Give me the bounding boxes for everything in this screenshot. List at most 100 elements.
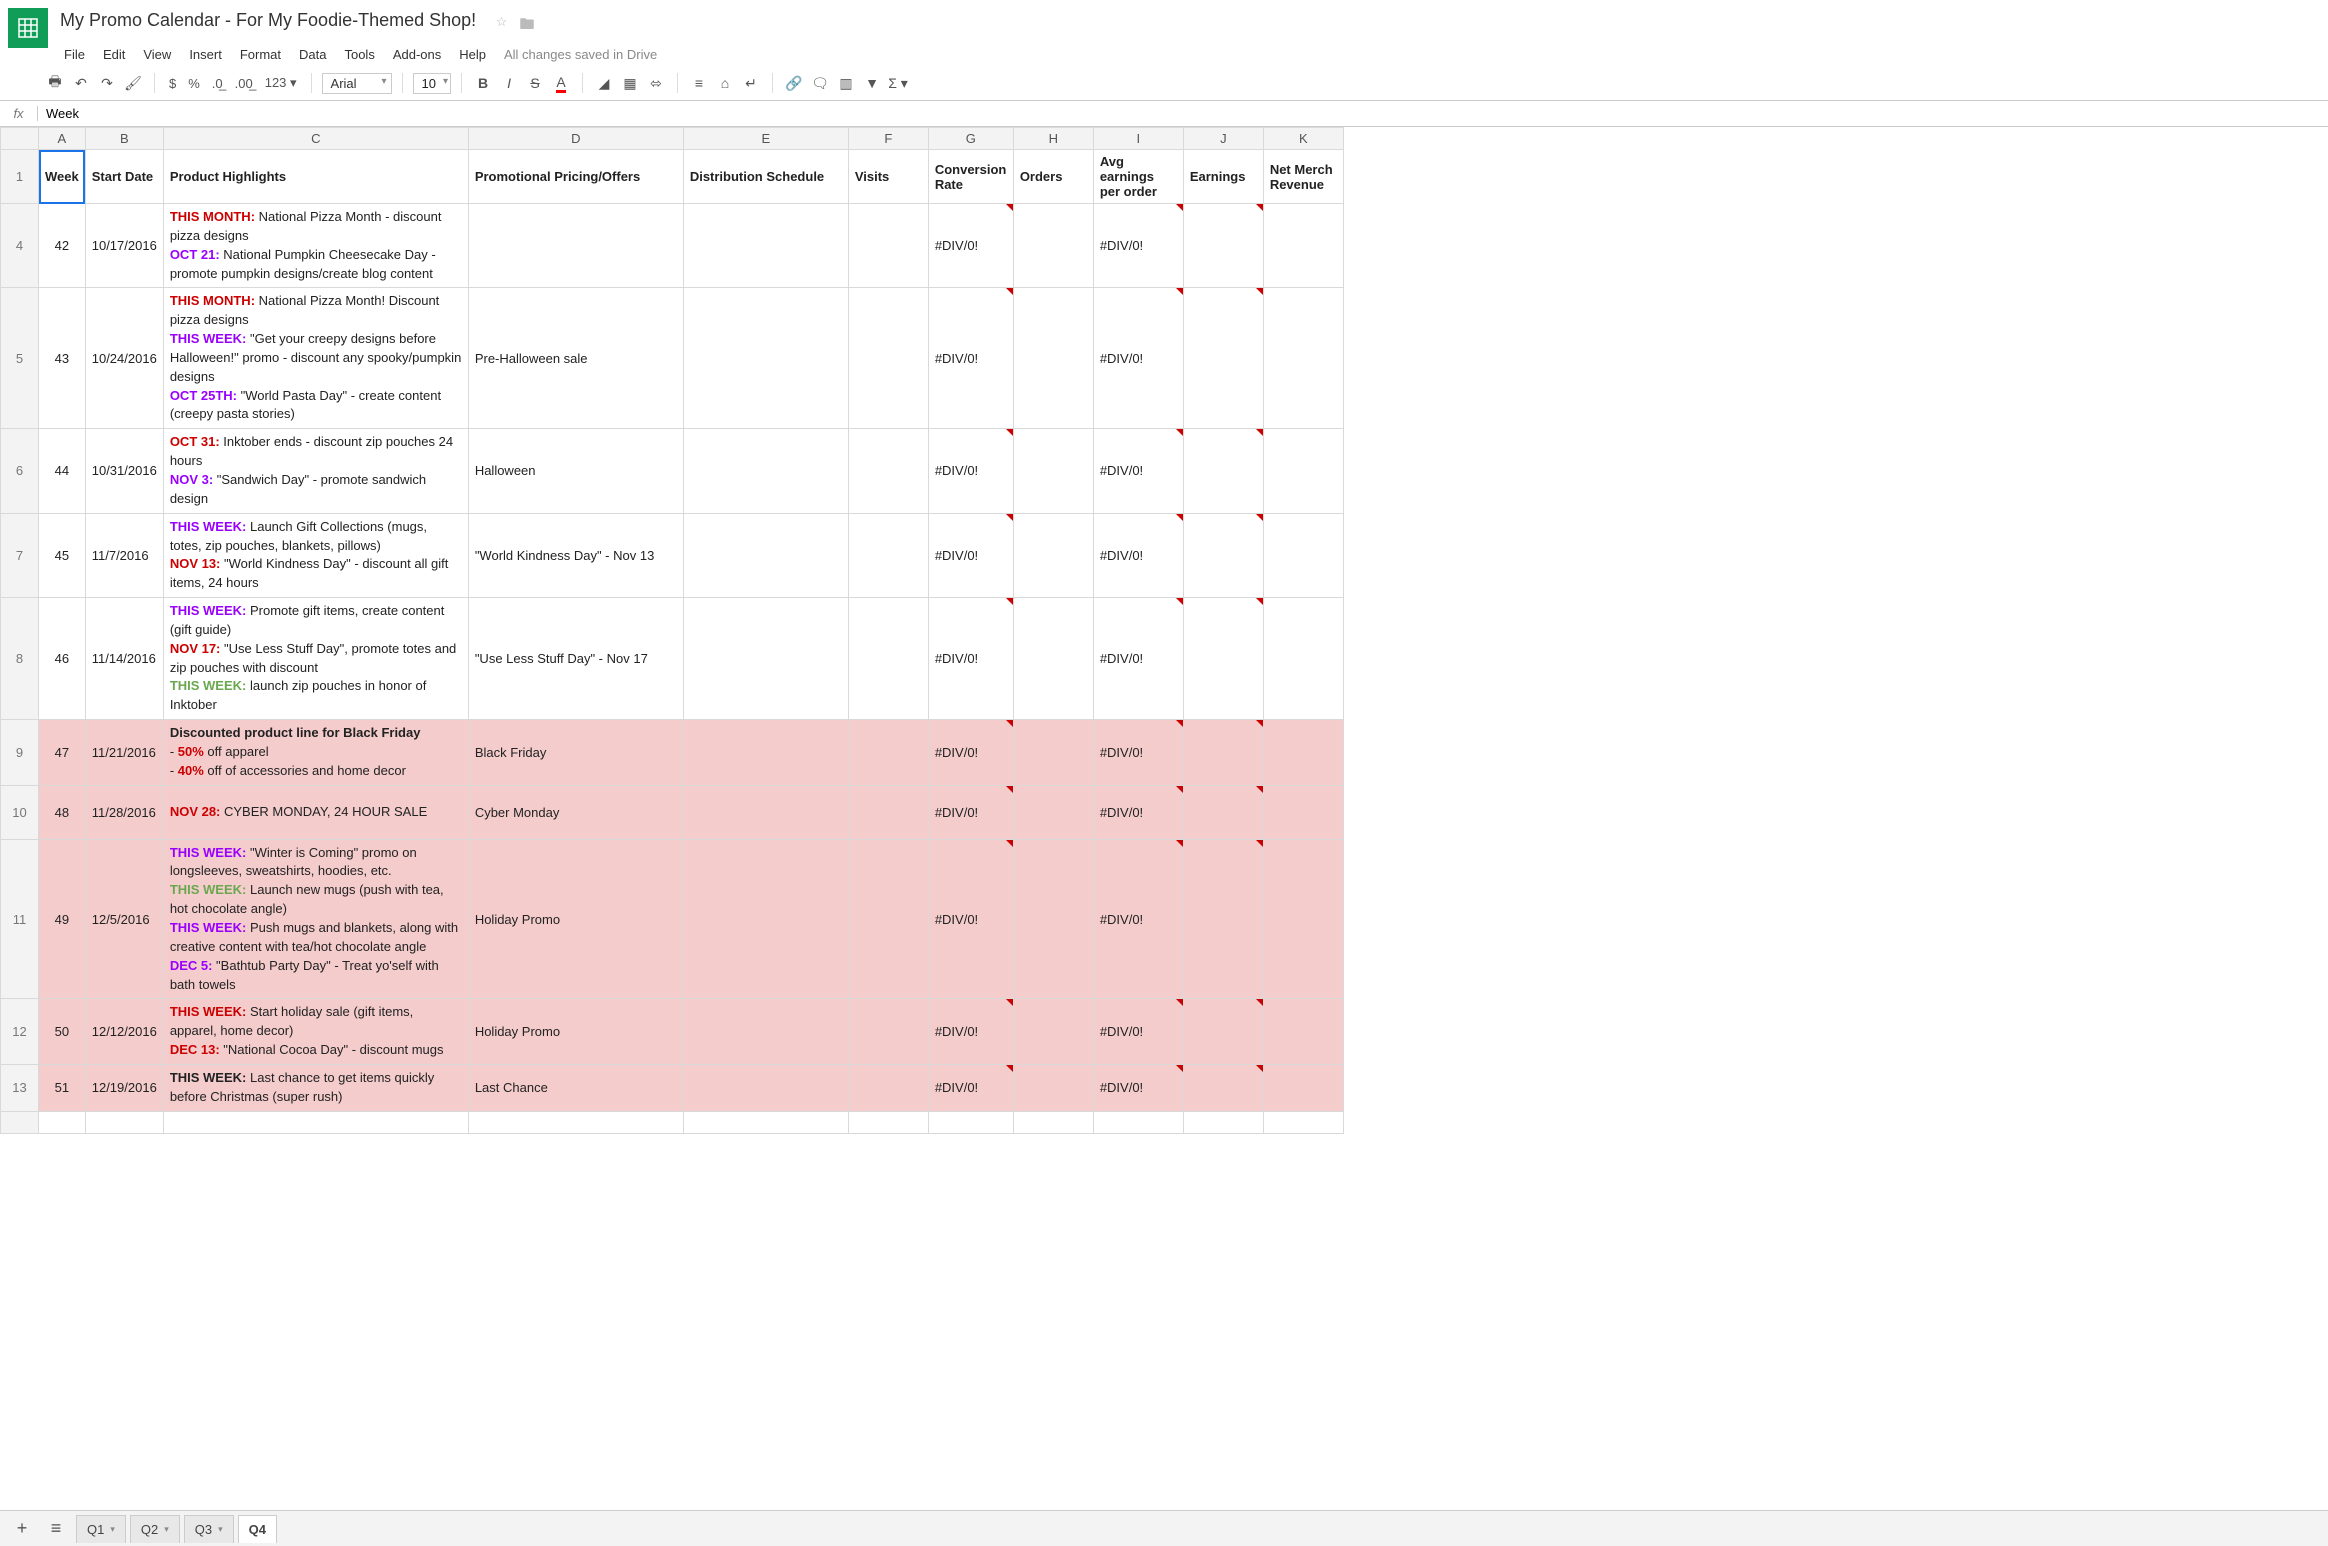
functions-icon[interactable]: Σ ▾ bbox=[887, 72, 909, 94]
menu-view[interactable]: View bbox=[135, 43, 179, 66]
document-title[interactable]: My Promo Calendar - For My Foodie-Themed… bbox=[56, 8, 480, 33]
cell-week[interactable]: 50 bbox=[39, 999, 86, 1065]
cell-dist[interactable] bbox=[683, 288, 848, 429]
cell-D1[interactable]: Promotional Pricing/Offers bbox=[468, 150, 683, 204]
cell-empty[interactable] bbox=[848, 1111, 928, 1133]
format-currency[interactable]: $ bbox=[165, 76, 180, 91]
cell-orders[interactable] bbox=[1013, 839, 1093, 999]
format-percent[interactable]: % bbox=[184, 76, 204, 91]
cell-conv[interactable]: #DIV/0! bbox=[928, 204, 1013, 288]
cell-avg[interactable]: #DIV/0! bbox=[1093, 839, 1183, 999]
spreadsheet-grid[interactable]: ABCDEFGHIJK1WeekStart DateProduct Highli… bbox=[0, 127, 2328, 1510]
cell-dist[interactable] bbox=[683, 204, 848, 288]
cell-date[interactable]: 10/17/2016 bbox=[85, 204, 163, 288]
cell-orders[interactable] bbox=[1013, 513, 1093, 597]
cell-conv[interactable]: #DIV/0! bbox=[928, 1064, 1013, 1111]
col-header-A[interactable]: A bbox=[39, 128, 86, 150]
cell-date[interactable]: 12/19/2016 bbox=[85, 1064, 163, 1111]
col-header-E[interactable]: E bbox=[683, 128, 848, 150]
cell-net[interactable] bbox=[1263, 720, 1343, 786]
row-header-7[interactable]: 7 bbox=[1, 513, 39, 597]
redo-icon[interactable]: ↷ bbox=[96, 72, 118, 94]
cell-conv[interactable]: #DIV/0! bbox=[928, 839, 1013, 999]
cell-earn[interactable] bbox=[1183, 1064, 1263, 1111]
cell-visits[interactable] bbox=[848, 720, 928, 786]
cell-week[interactable]: 48 bbox=[39, 785, 86, 839]
cell-pricing[interactable] bbox=[468, 204, 683, 288]
cell-avg[interactable]: #DIV/0! bbox=[1093, 598, 1183, 720]
cell-orders[interactable] bbox=[1013, 720, 1093, 786]
cell-dist[interactable] bbox=[683, 598, 848, 720]
cell-J1[interactable]: Earnings bbox=[1183, 150, 1263, 204]
cell-orders[interactable] bbox=[1013, 1064, 1093, 1111]
cell-C1[interactable]: Product Highlights bbox=[163, 150, 468, 204]
cell-conv[interactable]: #DIV/0! bbox=[928, 785, 1013, 839]
cell-avg[interactable]: #DIV/0! bbox=[1093, 785, 1183, 839]
cell-orders[interactable] bbox=[1013, 429, 1093, 513]
cell-earn[interactable] bbox=[1183, 513, 1263, 597]
cell-pricing[interactable]: Pre-Halloween sale bbox=[468, 288, 683, 429]
row-header-4[interactable]: 4 bbox=[1, 204, 39, 288]
cell-product[interactable]: Discounted product line for Black Friday… bbox=[163, 720, 468, 786]
star-icon[interactable]: ☆ bbox=[496, 14, 508, 39]
cell-visits[interactable] bbox=[848, 1064, 928, 1111]
cell-net[interactable] bbox=[1263, 785, 1343, 839]
cell-earn[interactable] bbox=[1183, 288, 1263, 429]
cell-conv[interactable]: #DIV/0! bbox=[928, 720, 1013, 786]
menu-tools[interactable]: Tools bbox=[336, 43, 382, 66]
cell-conv[interactable]: #DIV/0! bbox=[928, 513, 1013, 597]
font-size-select[interactable]: 10 bbox=[413, 73, 451, 94]
cell-net[interactable] bbox=[1263, 204, 1343, 288]
menu-file[interactable]: File bbox=[56, 43, 93, 66]
row-header-1[interactable]: 1 bbox=[1, 150, 39, 204]
cell-net[interactable] bbox=[1263, 429, 1343, 513]
col-header-K[interactable]: K bbox=[1263, 128, 1343, 150]
col-header-B[interactable]: B bbox=[85, 128, 163, 150]
decrease-decimal[interactable]: .0̲ bbox=[208, 76, 227, 91]
row-header-10[interactable]: 10 bbox=[1, 785, 39, 839]
halign-icon[interactable]: ≡ bbox=[688, 72, 710, 94]
cell-avg[interactable]: #DIV/0! bbox=[1093, 1064, 1183, 1111]
cell-pricing[interactable]: "Use Less Stuff Day" - Nov 17 bbox=[468, 598, 683, 720]
cell-conv[interactable]: #DIV/0! bbox=[928, 288, 1013, 429]
cell-empty[interactable] bbox=[468, 1111, 683, 1133]
increase-decimal[interactable]: .00̲ bbox=[231, 76, 257, 91]
cell-B1[interactable]: Start Date bbox=[85, 150, 163, 204]
col-header-C[interactable]: C bbox=[163, 128, 468, 150]
cell-visits[interactable] bbox=[848, 288, 928, 429]
cell-product[interactable]: THIS WEEK: Last chance to get items quic… bbox=[163, 1064, 468, 1111]
cell-avg[interactable]: #DIV/0! bbox=[1093, 429, 1183, 513]
cell-pricing[interactable]: Holiday Promo bbox=[468, 999, 683, 1065]
cell-avg[interactable]: #DIV/0! bbox=[1093, 720, 1183, 786]
wrap-icon[interactable]: ↵ bbox=[740, 72, 762, 94]
menu-help[interactable]: Help bbox=[451, 43, 494, 66]
cell-earn[interactable] bbox=[1183, 204, 1263, 288]
cell-visits[interactable] bbox=[848, 598, 928, 720]
cell-earn[interactable] bbox=[1183, 785, 1263, 839]
cell-net[interactable] bbox=[1263, 288, 1343, 429]
cell-week[interactable]: 44 bbox=[39, 429, 86, 513]
text-color-icon[interactable]: A bbox=[550, 72, 572, 94]
row-header-5[interactable]: 5 bbox=[1, 288, 39, 429]
add-sheet-button[interactable]: + bbox=[8, 1515, 36, 1543]
cell-orders[interactable] bbox=[1013, 598, 1093, 720]
cell-E1[interactable]: Distribution Schedule bbox=[683, 150, 848, 204]
cell-week[interactable]: 47 bbox=[39, 720, 86, 786]
sheet-tab-Q3[interactable]: Q3 ▾ bbox=[184, 1515, 234, 1543]
cell-date[interactable]: 12/5/2016 bbox=[85, 839, 163, 999]
cell-A1[interactable]: Week bbox=[39, 150, 86, 204]
link-icon[interactable]: 🔗 bbox=[783, 72, 805, 94]
cell-empty[interactable] bbox=[1183, 1111, 1263, 1133]
fill-color-icon[interactable]: ◢ bbox=[593, 72, 615, 94]
cell-empty[interactable] bbox=[928, 1111, 1013, 1133]
cell-dist[interactable] bbox=[683, 785, 848, 839]
cell-date[interactable]: 10/24/2016 bbox=[85, 288, 163, 429]
cell-avg[interactable]: #DIV/0! bbox=[1093, 513, 1183, 597]
cell-date[interactable]: 10/31/2016 bbox=[85, 429, 163, 513]
comment-icon[interactable]: 🗨 bbox=[809, 72, 831, 94]
cell-product[interactable]: OCT 31: Inktober ends - discount zip pou… bbox=[163, 429, 468, 513]
cell-H1[interactable]: Orders bbox=[1013, 150, 1093, 204]
cell-date[interactable]: 11/14/2016 bbox=[85, 598, 163, 720]
cell-dist[interactable] bbox=[683, 999, 848, 1065]
cell-conv[interactable]: #DIV/0! bbox=[928, 429, 1013, 513]
